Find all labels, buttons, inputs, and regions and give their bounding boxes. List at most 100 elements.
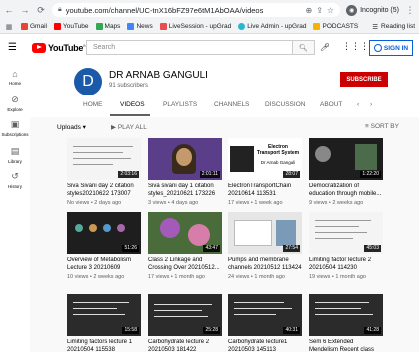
bookmark-youtube[interactable]: YouTube: [53, 23, 89, 30]
video-card[interactable]: 51:26 Overview of Metabolism Lecture 3 2…: [67, 212, 141, 280]
video-duration: 2:03:16: [118, 171, 139, 178]
video-card[interactable]: 45:03 Limiting factor lecture 2 20210504…: [309, 212, 383, 280]
subscribe-button[interactable]: SUBSCRIBE: [340, 72, 388, 87]
video-card[interactable]: 25:28 Carbohydrate lecture 2 20210503 18…: [148, 294, 222, 352]
video-meta: No views • 2 days ago: [67, 200, 122, 206]
bookmark-podcasts[interactable]: PODCASTS: [313, 23, 358, 30]
bookmark-maps[interactable]: Maps: [95, 23, 120, 30]
video-title[interactable]: Class 2 Linkage and Crossing Over 202105…: [148, 257, 222, 272]
video-duration: 45:03: [364, 245, 381, 252]
play-all-button[interactable]: ▶︎ PLAY ALL: [111, 123, 147, 131]
video-title[interactable]: Limiting factor lecture 2 20210504 11423…: [309, 257, 383, 272]
settings-kebab-icon[interactable]: ⋮: [360, 41, 369, 52]
tabs-scroll-right-icon[interactable]: ›: [370, 101, 372, 108]
video-thumbnail[interactable]: 2:03:16: [67, 138, 141, 180]
video-title[interactable]: ElectronTransportChain 20210614 113531: [228, 183, 302, 198]
gmail-icon: [21, 23, 28, 30]
video-thumbnail[interactable]: 45:03: [309, 212, 383, 254]
apps-grid-icon[interactable]: ⋮⋮: [342, 41, 360, 52]
apps-icon[interactable]: ▦: [4, 22, 14, 32]
video-thumbnail[interactable]: 51:26: [67, 212, 141, 254]
video-card[interactable]: 40:31 Carbohydrate lecture1 20210503 145…: [228, 294, 302, 352]
explore-icon: ⊘: [11, 94, 19, 104]
bookmark-livesession[interactable]: LiveSession - upGrad: [159, 23, 231, 30]
tab-playlists[interactable]: PLAYLISTS: [163, 101, 197, 108]
video-card[interactable]: 2:03:16 Siva Sivani day 2 citation style…: [67, 138, 141, 206]
video-thumbnail[interactable]: 27:54: [228, 212, 302, 254]
rail-subscriptions[interactable]: ▣ Subscriptions: [0, 119, 30, 137]
subscriptions-icon: ▣: [10, 119, 20, 129]
youtube-logo-text: YouTube: [48, 42, 84, 53]
incognito-indicator[interactable]: ◉ Incognito (5): [346, 4, 399, 16]
address-bar[interactable]: 🔒︎ youtube.com/channel/UC-tnX16bFZ97e6tM…: [52, 3, 341, 17]
left-rail: ⌂ Home ⊘ Explore ▣ Subscriptions ▤ Libra…: [0, 61, 30, 352]
folder-icon: [313, 23, 321, 30]
video-thumbnail[interactable]: 40:31: [228, 294, 302, 336]
bookmark-liveadmin[interactable]: Live Admin - upGrad: [238, 23, 306, 30]
news-icon: [127, 23, 135, 30]
youtube-logo[interactable]: YouTubeIN: [32, 42, 87, 53]
search-input[interactable]: Search: [86, 40, 293, 55]
share-icon[interactable]: ⇪: [316, 6, 323, 15]
rail-explore[interactable]: ⊘ Explore: [0, 94, 30, 112]
video-meta: 9 views • 2 weeks ago: [309, 200, 364, 206]
thumb-electron-title: Electron Transport System: [256, 144, 300, 156]
video-card[interactable]: 27:54 Pumps and membrane channels 202105…: [228, 212, 302, 280]
chevron-down-icon: ▾: [82, 124, 86, 131]
video-thumbnail[interactable]: 2:01:11: [148, 138, 222, 180]
video-title[interactable]: Siva Sivani day 2 citation styles2021062…: [67, 183, 141, 198]
search-icon: 🔍︎: [299, 44, 308, 52]
tab-videos[interactable]: VIDEOS: [120, 101, 145, 108]
video-title[interactable]: Sem 6 Extended Mendelism Recent class: [309, 339, 383, 352]
microphone-icon[interactable]: 🎤︎: [320, 43, 330, 52]
history-icon: ↺: [11, 171, 19, 181]
search-button[interactable]: 🔍︎: [293, 40, 315, 55]
subscriber-count: 91 subscribers: [109, 83, 149, 89]
video-title[interactable]: Overview of Metabolism Lecture 3 2021060…: [67, 257, 141, 272]
tab-discussion[interactable]: DISCUSSION: [265, 101, 305, 108]
video-thumbnail[interactable]: 41:28: [309, 294, 383, 336]
hamburger-menu-icon[interactable]: ☰: [8, 42, 20, 53]
zoom-icon[interactable]: ⊕: [306, 6, 313, 15]
reading-list[interactable]: ☰ Reading list: [372, 23, 415, 31]
video-title[interactable]: Democratization of education through mob…: [309, 183, 383, 198]
video-thumbnail[interactable]: 1:22:20: [309, 138, 383, 180]
video-title[interactable]: Carbohydrate lecture 2 20210503 181422: [148, 339, 222, 352]
rail-home[interactable]: ⌂ Home: [0, 69, 30, 86]
menu-icon[interactable]: ⋮: [405, 5, 415, 15]
video-card[interactable]: 41:28 Sem 6 Extended Mendelism Recent cl…: [309, 294, 383, 352]
uploads-dropdown[interactable]: Uploads ▾: [57, 123, 86, 131]
video-thumbnail[interactable]: 25:28: [148, 294, 222, 336]
video-thumbnail[interactable]: 43:47: [148, 212, 222, 254]
video-card[interactable]: 15:58 Limiting factors lecture 1 2021050…: [67, 294, 141, 352]
tab-home[interactable]: HOME: [83, 101, 103, 108]
sign-in-button[interactable]: SIGN IN: [369, 40, 413, 56]
channel-avatar[interactable]: D: [74, 68, 102, 96]
sort-by-button[interactable]: ≡ SORT BY: [365, 123, 399, 130]
tab-about[interactable]: ABOUT: [320, 101, 342, 108]
forward-icon[interactable]: →: [20, 5, 30, 15]
rail-library[interactable]: ▤ Library: [0, 146, 30, 164]
tab-channels[interactable]: CHANNELS: [214, 101, 249, 108]
video-thumbnail[interactable]: 15:58: [67, 294, 141, 336]
video-thumbnail[interactable]: Electron Transport System Dr Arnab Gangu…: [228, 138, 302, 180]
youtube-play-icon: [32, 42, 46, 53]
bookmark-news[interactable]: News: [127, 23, 153, 30]
video-card[interactable]: Electron Transport System Dr Arnab Gangu…: [228, 138, 302, 206]
tabs-scroll-left-icon[interactable]: ‹: [357, 101, 359, 108]
back-icon[interactable]: ←: [4, 5, 14, 15]
reload-icon[interactable]: ⟳: [36, 5, 46, 15]
video-title[interactable]: Pumps and membrane channels 20210512 113…: [228, 257, 302, 272]
video-title[interactable]: Carbohydrate lecture1 20210503 145113: [228, 339, 302, 352]
video-card[interactable]: 2:01:11 Siva sivani day 1 citation style…: [148, 138, 222, 206]
star-icon[interactable]: ☆: [327, 6, 334, 15]
search-bar: Search 🔍︎: [86, 40, 315, 55]
url-text[interactable]: youtube.com/channel/UC-tnX16bFZ97e6tM1Ab…: [66, 6, 302, 15]
video-card[interactable]: 43:47 Class 2 Linkage and Crossing Over …: [148, 212, 222, 280]
bookmark-gmail[interactable]: Gmail: [21, 23, 47, 30]
browser-toolbar: ← → ⟳ 🔒︎ youtube.com/channel/UC-tnX16bFZ…: [0, 0, 419, 20]
video-title[interactable]: Siva sivani day 1 citation styles_202106…: [148, 183, 222, 198]
rail-history[interactable]: ↺ History: [0, 171, 30, 189]
video-card[interactable]: 1:22:20 Democratization of education thr…: [309, 138, 383, 206]
video-title[interactable]: Limiting factors lecture 1 20210504 1155…: [67, 339, 141, 352]
